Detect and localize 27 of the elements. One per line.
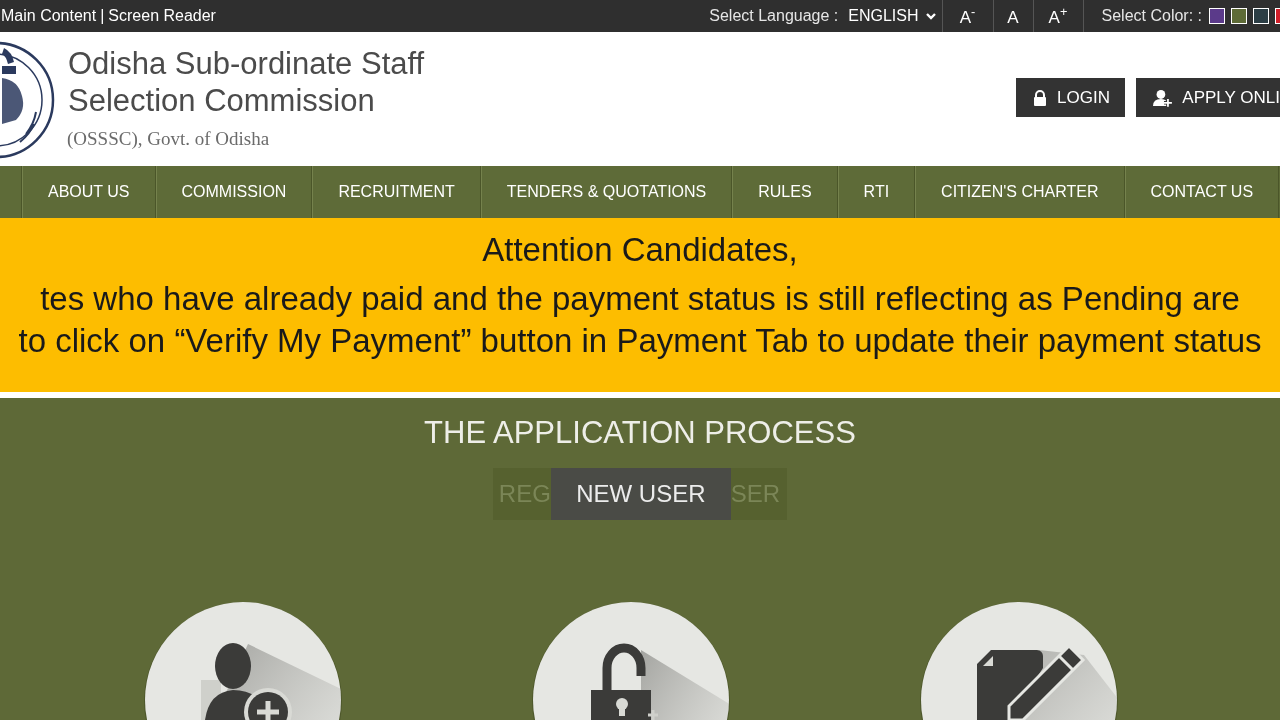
link-separator: | bbox=[100, 6, 105, 26]
font-size-button[interactable]: A$^{+}$ bbox=[1032, 0, 1083, 32]
round-seal-icon bbox=[0, 40, 56, 160]
chevron-down-icon bbox=[924, 11, 937, 21]
section-title: THE APPLICATION PROCESS bbox=[424, 414, 856, 452]
notice-text: tes who have already paid and the payment status is still reflecting as Pending are to click on “Verify My Payment” button in Payment Tab to update their payment status bbox=[18, 279, 1262, 361]
user-plus-icon bbox=[1153, 87, 1173, 108]
color-swatch[interactable] bbox=[1231, 8, 1247, 24]
user-plus-icon bbox=[143, 600, 343, 720]
color-swatch[interactable] bbox=[1209, 8, 1225, 24]
font-size-button[interactable]: A$^{-}$ bbox=[941, 0, 993, 32]
color-swatch[interactable] bbox=[1275, 8, 1280, 24]
language-label: Select Language : bbox=[709, 6, 839, 26]
site-title: Odisha Sub-ordinate Staff Selection Commission bbox=[68, 45, 425, 119]
skip-link[interactable]: Screen Reader bbox=[108, 4, 216, 28]
color-swatch[interactable] bbox=[1253, 8, 1269, 24]
skip-link[interactable]: Main Content bbox=[1, 4, 97, 28]
padlock-icon bbox=[1033, 89, 1048, 106]
new-user-tab[interactable]: NEW USER bbox=[550, 468, 731, 520]
language-select[interactable]: ENGLISH bbox=[848, 0, 942, 32]
font-size-button[interactable]: A bbox=[992, 0, 1033, 32]
notice-heading: Attention Candidates, bbox=[482, 230, 798, 270]
site-subtitle: (OSSSC), Govt. of Odisha bbox=[67, 127, 271, 151]
open-padlock-icon bbox=[531, 600, 731, 720]
login-button[interactable]: LOGIN bbox=[1016, 78, 1125, 117]
apply-online-button[interactable]: APPLY ONLI bbox=[1136, 78, 1280, 117]
document-pencil-icon bbox=[919, 600, 1119, 720]
